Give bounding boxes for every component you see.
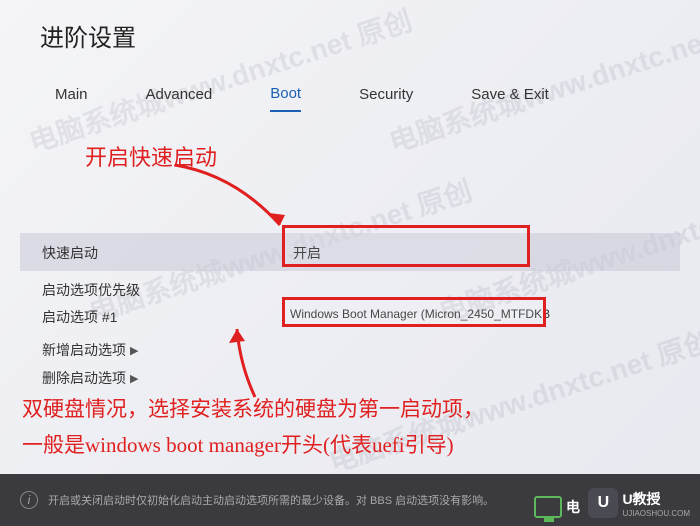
add-boot-option[interactable]: 新增启动选项 ▶ xyxy=(42,340,138,360)
tab-security[interactable]: Security xyxy=(359,78,413,111)
annotation-line-1: 双硬盘情况，选择安装系统的硬盘为第一启动项， xyxy=(22,392,484,428)
logo-u-icon: U xyxy=(588,488,618,518)
delete-boot-option[interactable]: 删除启动选项 ▶ xyxy=(42,368,138,388)
logo-u-subtext: UJIAOSHOU.COM xyxy=(622,509,690,518)
logo-u-text: U教授 xyxy=(622,489,690,509)
logo-dnxtc: 电 xyxy=(534,496,580,518)
page-title: 进阶设置 xyxy=(40,18,136,53)
info-icon: i xyxy=(20,491,38,509)
annotation-fast-boot: 开启快速启动 xyxy=(85,140,217,172)
footer-help-text: 开启或关闭启动时仅初始化启动主动启动选项所需的最少设备。对 BBS 启动选项没有… xyxy=(48,492,494,508)
logo-ujiaoshou: U U教授 UJIAOSHOU.COM xyxy=(588,488,690,518)
add-boot-option-label: 新增启动选项 xyxy=(42,340,126,360)
tab-boot[interactable]: Boot xyxy=(270,77,301,112)
fast-boot-label[interactable]: 快速启动 xyxy=(42,243,98,263)
tab-save-exit[interactable]: Save & Exit xyxy=(471,78,549,111)
tab-main[interactable]: Main xyxy=(55,78,88,111)
annotation-dual-disk: 双硬盘情况，选择安装系统的硬盘为第一启动项， 一般是windows boot m… xyxy=(22,392,484,463)
chevron-right-icon: ▶ xyxy=(130,344,138,357)
boot-priority-label: 启动选项优先级 xyxy=(42,280,140,300)
tab-bar: Main Advanced Boot Security Save & Exit xyxy=(0,74,700,114)
highlight-box-boot-option xyxy=(282,297,546,327)
annotation-line-2: 一般是windows boot manager开头(代表uefi引导) xyxy=(22,428,484,464)
highlight-box-fast-boot xyxy=(282,225,530,267)
tab-advanced[interactable]: Advanced xyxy=(146,78,213,111)
monitor-icon xyxy=(534,496,562,518)
chevron-right-icon: ▶ xyxy=(130,372,138,385)
boot-option-1-label[interactable]: 启动选项 #1 xyxy=(42,307,117,327)
logo-dnxtc-text: 电 xyxy=(566,497,580,517)
delete-boot-option-label: 删除启动选项 xyxy=(42,368,126,388)
